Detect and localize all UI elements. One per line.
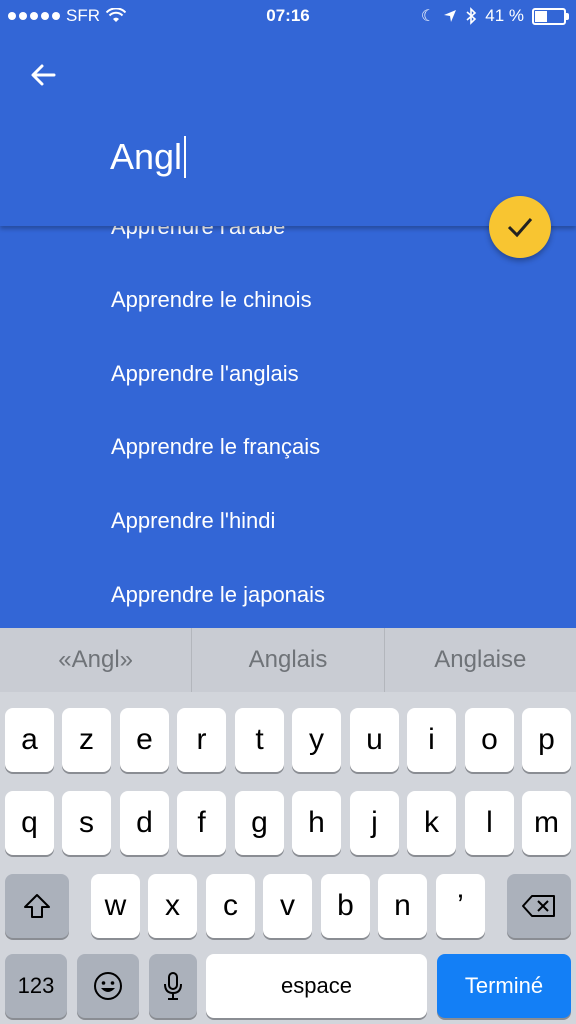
prediction-option[interactable]: Anglais [192, 628, 385, 692]
battery-icon [532, 7, 569, 25]
key-v[interactable]: v [263, 874, 312, 938]
key-h[interactable]: h [292, 791, 341, 855]
key-x[interactable]: x [148, 874, 197, 938]
key-c[interactable]: c [206, 874, 255, 938]
suggestion-item[interactable]: Apprendre le français [111, 434, 320, 460]
numbers-key[interactable]: 123 [5, 954, 67, 1018]
prediction-option[interactable]: «Angl» [0, 628, 193, 692]
shift-key[interactable] [5, 874, 69, 938]
shift-icon [24, 894, 50, 918]
key-y[interactable]: y [292, 708, 341, 772]
suggestion-item[interactable]: Apprendre l'hindi [111, 508, 275, 534]
key-r[interactable]: r [177, 708, 226, 772]
key-z[interactable]: z [62, 708, 111, 772]
keyboard: a z e r t y u i o p q s d f g h j k l m … [0, 692, 576, 1024]
emoji-key[interactable] [77, 954, 139, 1018]
backspace-key[interactable] [507, 874, 571, 938]
back-arrow-icon[interactable] [26, 58, 60, 92]
key-k[interactable]: k [407, 791, 456, 855]
key-b[interactable]: b [321, 874, 370, 938]
suggestion-item[interactable]: Apprendre le chinois [111, 287, 312, 313]
key-d[interactable]: d [120, 791, 169, 855]
backspace-icon [522, 895, 555, 917]
suggestion-item[interactable]: Apprendre le japonais [111, 582, 325, 608]
text-cursor [184, 136, 187, 178]
dictation-key[interactable] [149, 954, 197, 1018]
microphone-icon [164, 972, 182, 1000]
bluetooth-icon [466, 7, 477, 25]
key-g[interactable]: g [235, 791, 284, 855]
key-p[interactable]: p [522, 708, 571, 772]
suggestion-item[interactable]: Apprendre l'anglais [111, 361, 299, 387]
key-apostrophe[interactable]: ’ [436, 874, 485, 938]
done-key[interactable]: Terminé [437, 954, 571, 1018]
key-w[interactable]: w [91, 874, 140, 938]
check-icon [507, 218, 533, 238]
predictive-text-bar: «Angl» Anglais Anglaise [0, 628, 576, 692]
emoji-icon [94, 972, 122, 1000]
key-i[interactable]: i [407, 708, 456, 772]
prediction-option[interactable]: Anglaise [385, 628, 576, 692]
key-q[interactable]: q [5, 791, 54, 855]
status-bar: SFR 07:16 ☾ 41 % [0, 0, 576, 34]
key-m[interactable]: m [522, 791, 571, 855]
confirm-button[interactable] [489, 196, 551, 258]
space-key[interactable]: espace [206, 954, 427, 1018]
key-a[interactable]: a [5, 708, 54, 772]
key-u[interactable]: u [350, 708, 399, 772]
search-input[interactable]: Angl [110, 136, 187, 178]
key-e[interactable]: e [120, 708, 169, 772]
key-l[interactable]: l [465, 791, 514, 855]
key-t[interactable]: t [235, 708, 284, 772]
moon-icon: ☾ [420, 8, 436, 25]
key-o[interactable]: o [465, 708, 514, 772]
suggestion-list: Apprendre l'arabe Apprendre le chinois A… [0, 190, 576, 628]
key-f[interactable]: f [177, 791, 226, 855]
search-query-text: Angl [110, 136, 183, 177]
key-j[interactable]: j [350, 791, 399, 855]
location-arrow-icon [444, 10, 457, 22]
key-n[interactable]: n [378, 874, 427, 938]
battery-percent: 41 % [485, 6, 524, 25]
key-s[interactable]: s [62, 791, 111, 855]
